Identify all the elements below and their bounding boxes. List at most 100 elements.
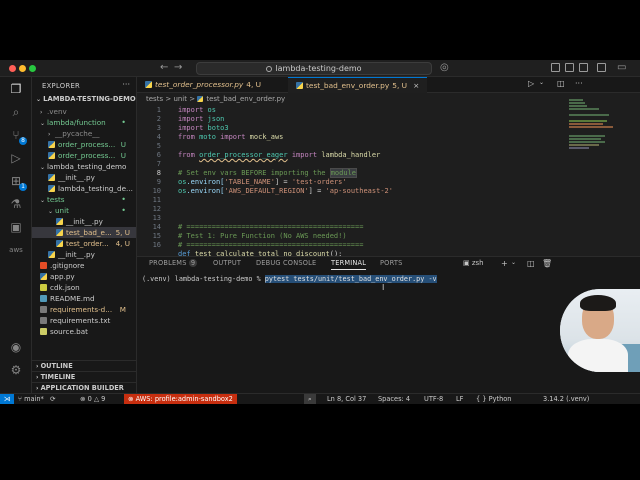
settings-gear-icon[interactable]: ⚙ <box>8 362 24 378</box>
tab-problems[interactable]: PROBLEMS 9 <box>149 257 198 270</box>
chevron-down-icon: ⌄ <box>40 197 46 204</box>
line-number: 12 <box>152 205 161 213</box>
python-file-icon <box>48 152 55 159</box>
more-actions-icon[interactable]: ··· <box>575 79 583 88</box>
tab-terminal[interactable]: TERMINAL <box>331 257 367 270</box>
webcam-overlay <box>560 289 640 372</box>
line-number: 14 <box>152 223 161 231</box>
tree-folder-unit[interactable]: ⌄ unit • <box>32 205 136 216</box>
close-window-button[interactable] <box>9 65 16 72</box>
trash-icon[interactable]: 🗑 <box>542 259 552 268</box>
sync-icon[interactable]: ⟳ <box>50 394 56 404</box>
forward-arrow-icon[interactable]: → <box>174 62 182 73</box>
tab-debug-console[interactable]: DEBUG CONSOLE <box>256 257 316 270</box>
encoding[interactable]: UTF-8 <box>424 394 443 404</box>
account-icon[interactable]: ◉ <box>8 339 24 355</box>
error-icon: ⊗ <box>80 395 86 403</box>
terminal-icon: ▣ <box>463 259 470 267</box>
chevron-down-icon[interactable]: ⌄ <box>511 259 516 266</box>
tree-file[interactable]: order_process... U <box>32 139 136 150</box>
customize-layout-icon[interactable] <box>597 63 606 72</box>
copilot-icon[interactable]: ◎ <box>440 62 449 73</box>
explorer-header: EXPLORER <box>42 82 81 90</box>
section-outline[interactable]: › OUTLINE <box>32 360 136 371</box>
batch-file-icon <box>40 328 47 335</box>
tree-folder-lambda-function[interactable]: ⌄ lambda/function • <box>32 117 136 128</box>
terminal-name[interactable]: ▣ zsh <box>463 259 484 267</box>
remote-indicator[interactable]: ⋊ <box>0 394 14 404</box>
line-number: 16 <box>152 241 161 249</box>
terminal-output[interactable]: (.venv) lambda-testing-demo % pytest tes… <box>142 275 437 283</box>
close-tab-icon[interactable]: × <box>413 81 419 90</box>
tree-file[interactable]: requirements-d... M <box>32 304 136 315</box>
indentation[interactable]: Spaces: 4 <box>378 394 410 404</box>
split-terminal-icon[interactable]: ◫ <box>527 259 535 268</box>
tree-folder-tests[interactable]: ⌄ tests • <box>32 194 136 205</box>
tree-file[interactable]: app.py <box>32 271 136 282</box>
aws-profile-badge[interactable]: ⊗ AWS: profile:admin-sandbox2 <box>124 394 237 404</box>
tree-file[interactable]: order_process... U <box>32 150 136 161</box>
code-editor[interactable]: 1 2 3 4 5 6 7 8 9 10 11 12 13 14 15 16 i… <box>137 106 567 256</box>
maximize-window-button[interactable] <box>29 65 36 72</box>
split-editor-icon[interactable]: ◫ <box>557 79 565 88</box>
source-control-icon[interactable]: ⑂ 8 <box>8 127 27 145</box>
tree-folder-pycache[interactable]: › __pycache__ <box>32 128 136 139</box>
account-icon[interactable]: ▭ <box>617 62 626 73</box>
tab-output[interactable]: OUTPUT <box>213 257 241 270</box>
remote-explorer-icon[interactable]: ▣ <box>8 219 24 235</box>
code-line: os.environ['TABLE_NAME'] = 'test-orders' <box>178 178 347 186</box>
tree-file[interactable]: .gitignore <box>32 260 136 271</box>
run-debug-icon[interactable]: ▷ <box>8 150 24 166</box>
toggle-panel-icon[interactable] <box>565 63 574 72</box>
tree-file[interactable]: lambda_testing_de... <box>32 183 136 194</box>
new-terminal-icon[interactable]: + <box>501 259 508 268</box>
python-interpreter[interactable]: 3.14.2 (.venv) <box>543 394 589 404</box>
toggle-secondary-sidebar-icon[interactable] <box>579 63 588 72</box>
code-line: import boto3 <box>178 124 229 132</box>
breadcrumb-item[interactable]: tests <box>146 95 163 103</box>
warning-icon: △ <box>93 395 100 403</box>
chevron-down-icon[interactable]: ⌄ <box>539 79 544 86</box>
command-center-search[interactable]: lambda-testing-demo <box>196 62 432 75</box>
git-branch[interactable]: ⑂ main* <box>18 394 44 404</box>
tree-file[interactable]: README.md <box>32 293 136 304</box>
end-of-line[interactable]: LF <box>456 394 463 404</box>
tree-file[interactable]: source.bat <box>32 326 136 337</box>
workspace-root[interactable]: ⌄ LAMBDA-TESTING-DEMO <box>36 95 136 103</box>
tab-test-bad-env-order[interactable]: test_bad_env_order.py 5, U × <box>288 77 427 93</box>
back-arrow-icon[interactable]: ← <box>160 62 168 73</box>
breadcrumb-item[interactable]: test_bad_env_order.py <box>206 95 285 103</box>
tree-file[interactable]: __init__.py <box>32 249 136 260</box>
toggle-sidebar-icon[interactable] <box>551 63 560 72</box>
tree-file[interactable]: __init__.py <box>32 216 136 227</box>
minimize-window-button[interactable] <box>19 65 26 72</box>
tree-file[interactable]: cdk.json <box>32 282 136 293</box>
tree-folder-venv[interactable]: › .venv <box>32 106 136 117</box>
search-icon[interactable]: ⌕ <box>8 104 24 120</box>
tab-ports[interactable]: PORTS <box>380 257 402 270</box>
breadcrumb-item[interactable]: unit <box>173 95 187 103</box>
extensions-icon[interactable]: ⊞ 1 <box>8 173 27 191</box>
text-file-icon <box>40 306 47 313</box>
cursor-position[interactable]: Ln 8, Col 37 <box>327 394 366 404</box>
section-timeline[interactable]: › TIMELINE <box>32 371 136 382</box>
tree-file[interactable]: __init__.py <box>32 172 136 183</box>
tab-test-order-processor[interactable]: test_order_processor.py 4, U <box>137 77 288 93</box>
aws-toolkit-icon[interactable]: aws <box>8 242 24 258</box>
language-mode[interactable]: { } Python <box>476 394 511 404</box>
minimap[interactable] <box>567 93 640 256</box>
problems-summary[interactable]: ⊗ 0 △ 9 <box>80 394 105 404</box>
run-python-file-icon[interactable]: ▷ <box>528 79 534 88</box>
section-application-builder[interactable]: › APPLICATION BUILDER <box>32 382 136 393</box>
zoom-icon[interactable]: ⌕ <box>304 394 316 404</box>
tree-file[interactable]: test_order... 4, U <box>32 238 136 249</box>
tree-file[interactable]: requirements.txt <box>32 315 136 326</box>
activity-bar: ❐ ⌕ ⑂ 8 ▷ ⊞ 1 ⚗ ▣ aws ◉ ⚙ <box>0 77 32 393</box>
extensions-badge: 1 <box>19 183 27 191</box>
tree-file-selected[interactable]: test_bad_e... 5, U <box>32 227 136 238</box>
tree-folder-lambda-testing-demo[interactable]: ⌄ lambda_testing_demo <box>32 161 136 172</box>
code-line: # Set env vars BEFORE importing the modu… <box>178 168 358 178</box>
testing-icon[interactable]: ⚗ <box>8 196 24 212</box>
more-actions-icon[interactable]: ··· <box>122 80 130 89</box>
explorer-icon[interactable]: ❐ <box>8 81 24 97</box>
